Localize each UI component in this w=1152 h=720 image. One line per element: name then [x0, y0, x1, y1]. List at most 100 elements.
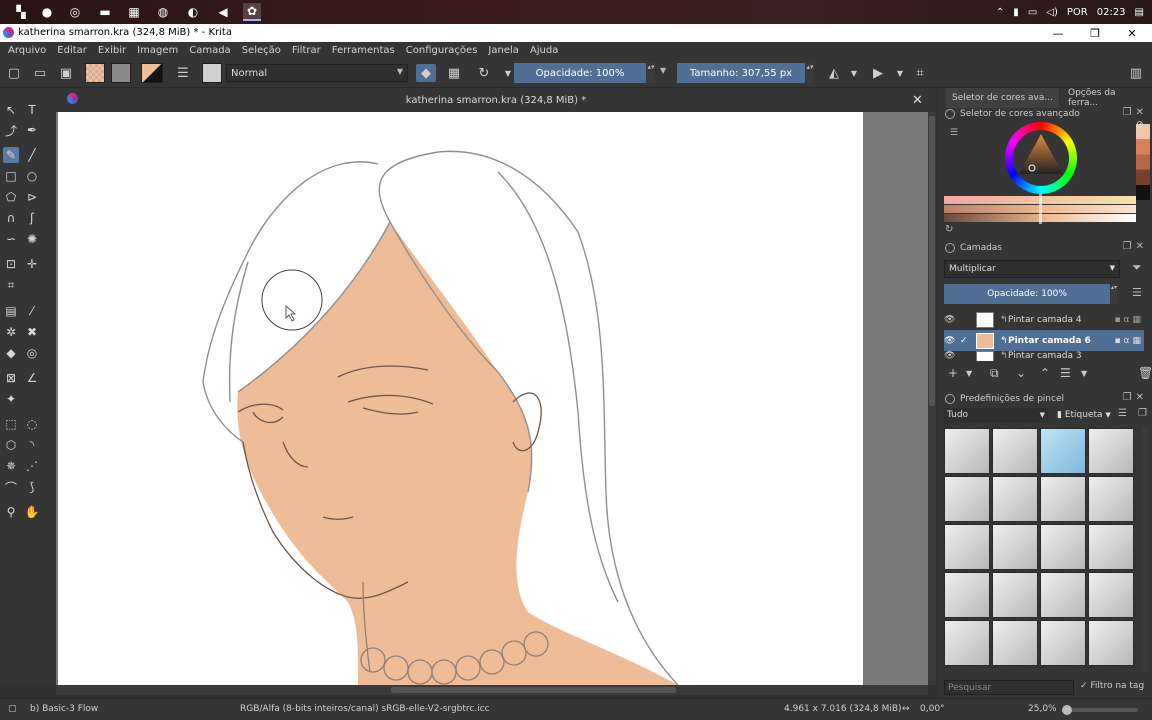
color-settings-icon[interactable]: ☰ [950, 128, 960, 138]
reload-preset-icon[interactable]: ↻ [476, 65, 492, 81]
recent-colors-strip[interactable] [1136, 124, 1150, 200]
chevron-down-icon[interactable]: ▼ [892, 65, 908, 81]
opacity-slider[interactable]: Opacidade: 100% [514, 63, 646, 83]
volume-icon[interactable]: ◁) [1046, 7, 1058, 18]
text-tool-icon[interactable]: T [24, 102, 40, 118]
menu-ferramentas[interactable]: Ferramentas [332, 45, 395, 56]
brush-preset[interactable] [1040, 572, 1086, 618]
eye-icon[interactable]: 👁 [944, 351, 960, 361]
assistant-tool-icon[interactable]: ⊠ [3, 370, 19, 386]
file-explorer-icon[interactable]: ▬ [96, 3, 114, 21]
move-layer-up-icon[interactable]: ⌃ [1040, 366, 1050, 380]
chevron-down-icon[interactable]: ▼ [1081, 369, 1087, 378]
brush-preset[interactable] [1088, 428, 1134, 474]
open-document-icon[interactable]: ▭ [32, 65, 48, 81]
zoom-slider-handle[interactable] [1062, 705, 1072, 715]
workspace-icon[interactable]: ▥ [1128, 65, 1144, 81]
brush-preset[interactable] [1088, 476, 1134, 522]
rectangle-tool-icon[interactable]: □ [3, 168, 19, 184]
ellipse-select-icon[interactable]: ◌ [24, 416, 40, 432]
store-icon[interactable]: ▦ [125, 3, 143, 21]
brush-settings-icon[interactable]: ☰ [175, 65, 191, 81]
eraser-mode-icon[interactable]: ◆ [416, 64, 436, 82]
layer-flags-icons[interactable]: ▪α▦ [1114, 315, 1144, 325]
duplicate-layer-icon[interactable]: ⧉ [990, 366, 999, 381]
browser-icon[interactable]: ◎ [66, 3, 84, 21]
layer-blend-mode-select[interactable]: Multiplicar ▼ [944, 260, 1120, 278]
delete-layer-icon[interactable]: 🗑 [1138, 366, 1152, 380]
move-tool-icon[interactable]: ✛ [24, 256, 40, 272]
pan-tool-icon[interactable]: ✋ [24, 504, 40, 520]
menu-configuracoes[interactable]: Configurações [406, 45, 478, 56]
layer-row[interactable]: 👁 ↰ Pintar camada 4 ▪α▦ [944, 309, 1144, 330]
layer-menu-icon[interactable]: ☰ [1132, 286, 1142, 299]
select-shapes-icon[interactable]: ↖ [3, 102, 19, 118]
foreground-background-color-icon[interactable] [141, 63, 163, 83]
menu-camada[interactable]: Camada [189, 45, 230, 56]
layer-opacity-spinner[interactable]: ▴▾ [1111, 284, 1118, 304]
dynamic-brush-icon[interactable]: ∽ [3, 231, 19, 247]
add-layer-icon[interactable]: + [948, 366, 958, 380]
size-spinner[interactable]: ▴▾ [806, 63, 814, 83]
document-tab[interactable]: katherina smarron.kra (324,8 MiB) * ✕ [56, 88, 936, 112]
close-document-icon[interactable]: ✕ [912, 93, 923, 108]
brush-search-input[interactable]: Pesquisar [944, 680, 1074, 695]
mirror-vertical-icon[interactable]: ▶ [870, 65, 886, 81]
line-tool-icon[interactable]: ╱ [24, 147, 40, 163]
brush-preset-icon[interactable] [202, 63, 222, 83]
menu-arquivo[interactable]: Arquivo [8, 45, 46, 56]
bezier-tool-icon[interactable]: ∩ [3, 210, 19, 226]
filter-icon[interactable]: ⏷ [1132, 260, 1142, 275]
pinned-app-icon[interactable]: ◀ [214, 3, 232, 21]
brush-panel-menu-icon[interactable]: ❐ [1138, 408, 1147, 419]
drawing-canvas[interactable] [58, 112, 863, 685]
eye-icon[interactable]: 👁 [944, 336, 960, 346]
freehand-path-icon[interactable]: ʃ [24, 210, 40, 226]
brush-preset[interactable] [992, 476, 1038, 522]
bezier-select-icon[interactable]: ⌒ [3, 479, 19, 495]
freehand-select-icon[interactable]: ◝ [24, 437, 40, 453]
language-indicator[interactable]: POR [1067, 7, 1088, 18]
polygon-select-icon[interactable]: ⬡ [3, 437, 19, 453]
pinned-app-icon[interactable]: ● [38, 3, 56, 21]
panel-float-close-icons[interactable]: ❐✕ [1123, 107, 1148, 118]
microphone-icon[interactable]: ▮ [1013, 7, 1019, 18]
edit-shapes-icon[interactable]: ⤴ [3, 122, 19, 138]
horizontal-scroll-thumb[interactable] [391, 687, 676, 693]
brush-preset[interactable] [944, 620, 990, 666]
color-triangle[interactable] [1017, 132, 1065, 176]
brush-preset[interactable] [944, 476, 990, 522]
color-wheel[interactable] [1005, 122, 1077, 194]
close-window-button[interactable]: ✕ [1114, 24, 1150, 42]
ellipse-tool-icon[interactable]: ○ [24, 168, 40, 184]
filter-in-tag-checkbox[interactable]: ✓ Filtro na tag [1080, 681, 1144, 691]
menu-filtrar[interactable]: Filtrar [292, 45, 321, 56]
gradient-swatch[interactable] [85, 63, 105, 83]
similar-select-icon[interactable]: ⋰ [24, 458, 40, 474]
horizontal-scrollbar[interactable] [56, 685, 928, 695]
menu-janela[interactable]: Janela [488, 45, 518, 56]
brush-preset[interactable] [944, 428, 990, 474]
save-icon[interactable]: ▣ [58, 65, 74, 81]
crop-tool-icon[interactable]: ⌗ [3, 277, 19, 293]
brush-preset[interactable] [1088, 572, 1134, 618]
alpha-lock-icon[interactable]: ▦ [446, 65, 462, 81]
color-picker-icon[interactable]: ⁄ [24, 303, 40, 319]
chevron-down-icon[interactable]: ▼ [846, 65, 862, 81]
wrap-around-icon[interactable]: ⌗ [912, 65, 928, 81]
move-layer-down-icon[interactable]: ⌄ [1016, 366, 1026, 380]
reference-tool-icon[interactable]: ✦ [3, 391, 19, 407]
vertical-scrollbar[interactable] [928, 112, 936, 685]
mirror-horizontal-icon[interactable]: ◭ [826, 65, 842, 81]
menu-imagem[interactable]: Imagem [137, 45, 178, 56]
polygon-tool-icon[interactable]: ⬠ [3, 189, 19, 205]
windows-start-icon[interactable]: ▚ [12, 3, 30, 21]
lock-icon[interactable] [945, 109, 955, 119]
krita-taskbar-icon[interactable]: ✿ [243, 3, 261, 21]
brush-preset-selected[interactable] [1040, 428, 1086, 474]
blend-mode-select[interactable]: Normal ▼ [226, 64, 408, 82]
brush-preset[interactable] [1040, 524, 1086, 570]
new-document-icon[interactable]: ▢ [6, 65, 22, 81]
fill-tool-icon[interactable]: ◆ [3, 345, 19, 361]
chevron-up-icon[interactable]: ⌃ [996, 7, 1004, 18]
